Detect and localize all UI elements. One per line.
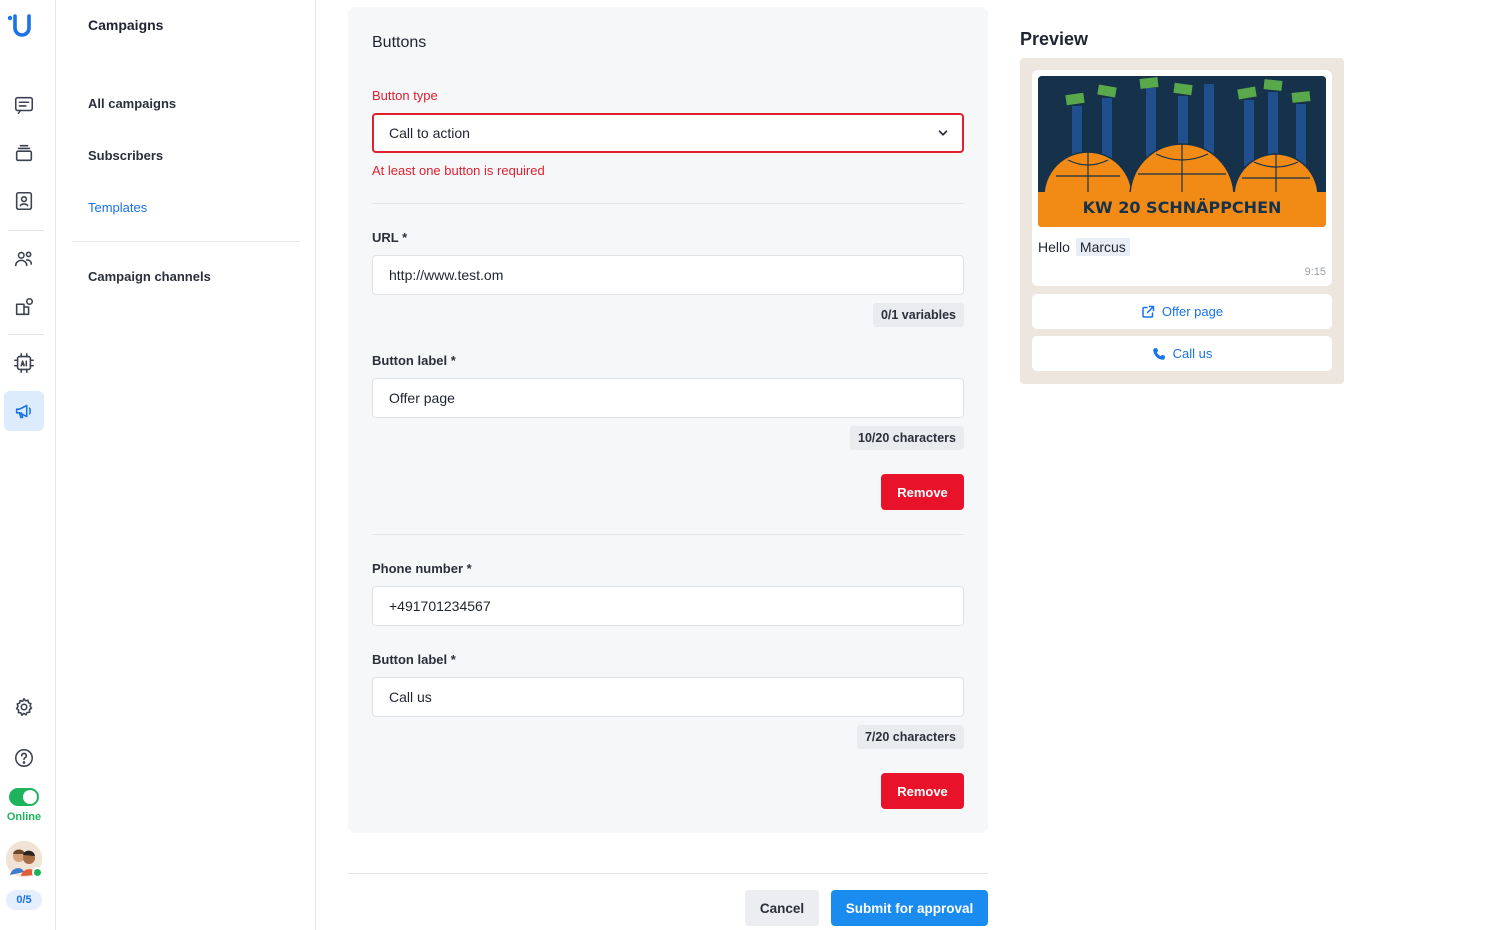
phone-number-input[interactable]: +491701234567 <box>372 586 964 626</box>
header-image: KW 20 SCHNÄPPCHEN <box>1038 76 1326 227</box>
submit-for-approval-button[interactable]: Submit for approval <box>831 890 988 926</box>
call-button-label-value: Call us <box>389 689 432 705</box>
ai-chip-icon[interactable] <box>10 349 38 377</box>
variable-chip: Marcus <box>1075 238 1130 256</box>
campaigns-megaphone-icon[interactable] <box>4 391 44 431</box>
remove-phone-button[interactable]: Remove <box>881 773 964 809</box>
rail-divider <box>8 334 44 335</box>
settings-gear-icon[interactable] <box>10 693 38 721</box>
banner-illustration-icon: KW 20 SCHNÄPPCHEN <box>1038 76 1326 227</box>
cancel-button[interactable]: Cancel <box>745 890 819 926</box>
preview-title: Preview <box>1020 29 1089 49</box>
preview-offer-page-label: Offer page <box>1161 304 1224 319</box>
preview-offer-page-button[interactable]: Offer page <box>1032 294 1332 329</box>
section-divider <box>372 534 964 535</box>
call-button-label-label: Button label * <box>372 652 456 667</box>
user-avatar[interactable] <box>6 841 43 878</box>
team-icon[interactable] <box>10 245 38 273</box>
nav-item-templates[interactable]: Templates <box>88 200 147 215</box>
remove-url-button[interactable]: Remove <box>881 474 964 510</box>
button-type-label: Button type <box>372 88 438 103</box>
url-input[interactable]: http://www.test.om <box>372 255 964 295</box>
section-divider <box>372 203 964 204</box>
online-status-label: Online <box>6 811 42 823</box>
url-label: URL * <box>372 230 408 245</box>
nav-item-campaign-channels[interactable]: Campaign channels <box>88 269 211 284</box>
chevron-down-icon <box>938 130 948 136</box>
preview-call-us-button[interactable]: Call us <box>1032 336 1332 371</box>
brand-logo-icon[interactable] <box>6 12 38 44</box>
inbox-stack-icon[interactable] <box>10 139 38 167</box>
banner-text: KW 20 SCHNÄPPCHEN <box>1083 198 1282 217</box>
offer-button-label-input[interactable]: Offer page <box>372 378 964 418</box>
button-type-value: Call to action <box>389 125 470 141</box>
offer-label-char-counter: 10/20 characters <box>850 426 964 450</box>
message-time: 9:15 <box>1304 266 1326 278</box>
nav-divider <box>72 241 300 242</box>
nav-item-subscribers[interactable]: Subscribers <box>88 148 163 163</box>
conversations-icon[interactable] <box>10 91 38 119</box>
message-text: Hello Marcus <box>1038 238 1130 256</box>
nav-title: Campaigns <box>88 17 164 33</box>
online-indicator <box>32 867 43 878</box>
section-title: Buttons <box>372 34 427 51</box>
phone-number-value: +491701234567 <box>389 598 491 614</box>
rail-divider <box>8 230 44 231</box>
phone-number-label: Phone number * <box>372 561 472 576</box>
preview-call-us-label: Call us <box>1172 346 1213 361</box>
phone-icon <box>1152 347 1165 360</box>
offer-button-label-value: Offer page <box>389 390 455 406</box>
call-button-label-input[interactable]: Call us <box>372 677 964 717</box>
nav-item-all-campaigns[interactable]: All campaigns <box>88 96 176 111</box>
external-link-icon <box>1142 305 1155 318</box>
conversation-counter-badge: 0/5 <box>6 890 42 910</box>
url-variables-counter: 0/1 variables <box>872 303 964 327</box>
online-status-toggle[interactable] <box>9 788 39 806</box>
help-question-icon[interactable] <box>10 744 38 772</box>
offer-button-label-label: Button label * <box>372 353 456 368</box>
icon-rail: Online 0/5 <box>0 0 56 930</box>
call-label-char-counter: 7/20 characters <box>856 725 964 749</box>
greeting-text: Hello <box>1038 239 1070 255</box>
button-type-error: At least one button is required <box>372 163 545 178</box>
footer-divider <box>348 873 988 874</box>
buttons-form-card: Buttons Button type Call to action At le… <box>348 7 988 833</box>
integrations-icon[interactable] <box>10 293 38 321</box>
preview-panel: KW 20 SCHNÄPPCHEN Hello Marcus 9:15 Offe… <box>1020 58 1344 384</box>
message-bubble: KW 20 SCHNÄPPCHEN Hello Marcus 9:15 <box>1032 70 1332 286</box>
contacts-book-icon[interactable] <box>10 187 38 215</box>
url-input-value: http://www.test.om <box>389 267 504 283</box>
button-type-select[interactable]: Call to action <box>372 113 964 153</box>
campaigns-nav: Campaigns All campaigns Subscribers Temp… <box>56 0 316 930</box>
